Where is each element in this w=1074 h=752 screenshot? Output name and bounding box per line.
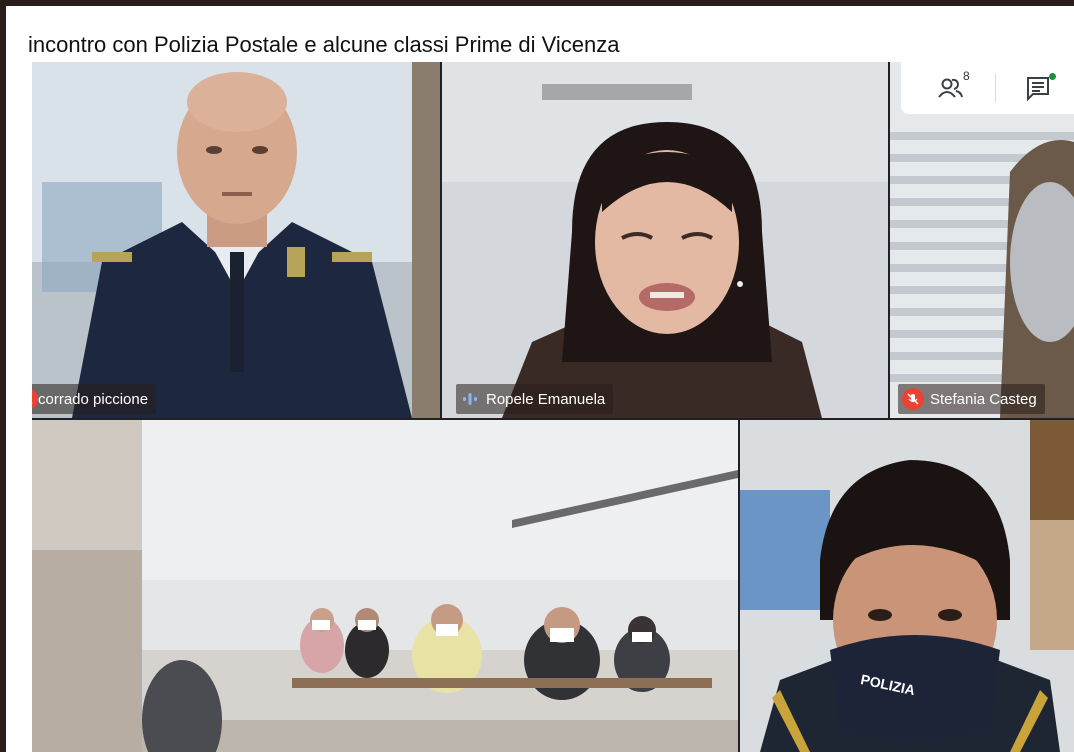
- participant-tile-ropele[interactable]: Ropele Emanuela: [442, 62, 888, 418]
- video-grid: corrado piccione Ropele Emanuela Stefani…: [32, 62, 1074, 752]
- meet-window: incontro con Polizia Postale e alcune cl…: [6, 6, 1074, 752]
- participant-name: Stefania Casteg: [930, 390, 1037, 408]
- toolbar-divider: [995, 74, 996, 102]
- new-message-dot: [1049, 73, 1056, 80]
- participant-count-badge: 8: [963, 69, 970, 83]
- meet-top-toolbar: 8: [901, 62, 1074, 114]
- participant-nametag: Stefania Casteg: [898, 384, 1045, 414]
- meeting-title: incontro con Polizia Postale e alcune cl…: [28, 32, 620, 57]
- participant-tile-officer[interactable]: POLIZIA: [740, 420, 1074, 752]
- participant-name: Ropele Emanuela: [486, 390, 606, 408]
- participant-name: corrado piccione: [38, 390, 149, 408]
- participant-tile-stefania[interactable]: Stefania Casteg: [890, 62, 1074, 418]
- video-feed: [32, 62, 440, 418]
- video-feed: [890, 62, 1074, 418]
- video-feed: [442, 62, 888, 418]
- speaking-indicator-icon: [460, 391, 480, 407]
- chat-button[interactable]: [1024, 73, 1056, 101]
- participant-tile-corrado[interactable]: corrado piccione: [32, 62, 440, 418]
- participant-nametag: corrado piccione: [32, 384, 157, 414]
- participant-tile-classroom[interactable]: [32, 420, 738, 752]
- mic-off-icon: [902, 388, 924, 410]
- video-feed: [32, 420, 738, 752]
- participant-nametag: Ropele Emanuela: [456, 384, 614, 414]
- participants-button[interactable]: 8: [937, 69, 970, 101]
- video-feed: POLIZIA: [740, 420, 1074, 752]
